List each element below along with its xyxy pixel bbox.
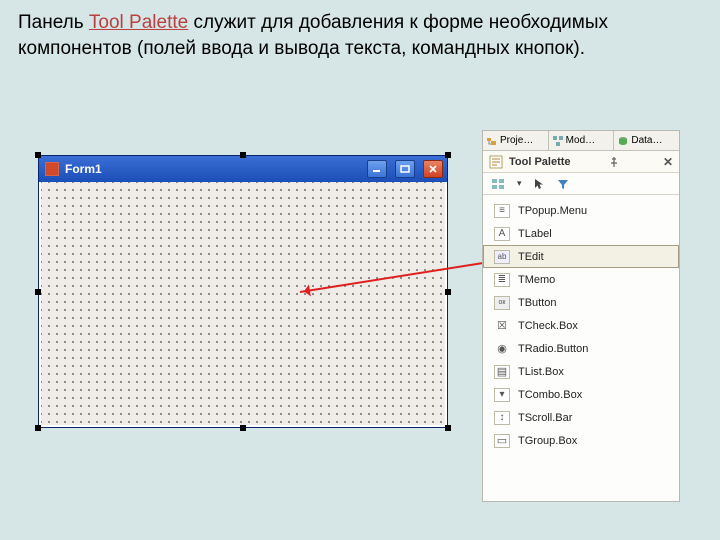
palette-item-label: TButton bbox=[518, 297, 557, 309]
palette-item-tcombobox[interactable]: TCombo.Box bbox=[483, 383, 679, 406]
palette-item-tbutton[interactable]: TButton bbox=[483, 291, 679, 314]
project-tree-icon bbox=[487, 136, 497, 146]
scroll-icon bbox=[494, 411, 510, 425]
palette-item-label: TScroll.Bar bbox=[518, 412, 572, 424]
palette-item-tcheckbox[interactable]: TCheck.Box bbox=[483, 314, 679, 337]
palette-item-label: TEdit bbox=[518, 251, 544, 263]
palette-item-label: TGroup.Box bbox=[518, 435, 577, 447]
tab-data-label: Data… bbox=[631, 135, 662, 146]
form-app-icon bbox=[45, 162, 59, 176]
palette-item-tpopupmenu[interactable]: TPopup.Menu bbox=[483, 199, 679, 222]
list-icon bbox=[494, 365, 510, 379]
palette-item-tscrollbar[interactable]: TScroll.Bar bbox=[483, 406, 679, 429]
maximize-button[interactable] bbox=[395, 160, 415, 178]
tool-palette-header: Tool Palette ✕ bbox=[483, 151, 679, 173]
palette-item-label: TCombo.Box bbox=[518, 389, 582, 401]
palette-item-label: TCheck.Box bbox=[518, 320, 578, 332]
tab-model-label: Mod… bbox=[566, 135, 595, 146]
palette-list: TPopup.Menu TLabel TEdit TMemo TButton TCheck… bbox=[483, 195, 679, 458]
group-icon bbox=[494, 434, 510, 448]
caption-pre: Панель bbox=[18, 12, 89, 33]
tab-project-label: Proje… bbox=[500, 135, 533, 146]
palette-item-label: TPopup.Menu bbox=[518, 205, 587, 217]
label-icon bbox=[494, 227, 510, 241]
categories-button[interactable] bbox=[491, 177, 505, 191]
radio-icon bbox=[494, 342, 510, 356]
form-designer-window[interactable]: Form1 bbox=[38, 155, 448, 428]
palette-item-label: TList.Box bbox=[518, 366, 564, 378]
tool-palette-icon bbox=[489, 155, 503, 169]
palette-item-label: TRadio.Button bbox=[518, 343, 588, 355]
minimize-button[interactable] bbox=[367, 160, 387, 178]
palette-item-label: TLabel bbox=[518, 228, 552, 240]
palette-item-tradiobutton[interactable]: TRadio.Button bbox=[483, 337, 679, 360]
panel-tabs: Proje… Mod… Data… bbox=[483, 131, 679, 151]
palette-item-label: TMemo bbox=[518, 274, 555, 286]
chevron-down-icon[interactable]: ▾ bbox=[517, 178, 522, 189]
form-titlebar[interactable]: Form1 bbox=[39, 156, 447, 182]
form-design-surface[interactable] bbox=[41, 182, 445, 425]
close-button[interactable] bbox=[423, 160, 443, 178]
filter-icon[interactable] bbox=[556, 177, 570, 191]
caption-highlight: Tool Palette bbox=[89, 12, 188, 33]
palette-item-tlabel[interactable]: TLabel bbox=[483, 222, 679, 245]
check-icon bbox=[494, 319, 510, 333]
button-icon bbox=[494, 296, 510, 310]
edit-icon bbox=[494, 250, 510, 264]
tool-palette-title: Tool Palette bbox=[509, 156, 571, 168]
tab-model[interactable]: Mod… bbox=[549, 131, 615, 150]
tab-project[interactable]: Proje… bbox=[483, 131, 549, 150]
data-icon bbox=[618, 136, 628, 146]
palette-item-tgroupbox[interactable]: TGroup.Box bbox=[483, 429, 679, 452]
panel-close-icon[interactable]: ✕ bbox=[663, 155, 673, 169]
slide-caption: Панель Tool Palette служит для добавлени… bbox=[0, 0, 720, 61]
palette-item-tmemo[interactable]: TMemo bbox=[483, 268, 679, 291]
palette-item-tlistbox[interactable]: TList.Box bbox=[483, 360, 679, 383]
tab-data[interactable]: Data… bbox=[614, 131, 679, 150]
tool-palette-toolbar: ▾ bbox=[483, 173, 679, 195]
menu-icon bbox=[494, 204, 510, 218]
pushpin-icon[interactable] bbox=[608, 156, 620, 168]
memo-icon bbox=[494, 273, 510, 287]
model-icon bbox=[553, 136, 563, 146]
tool-palette-panel: Proje… Mod… Data… Tool Palette ✕ ▾ bbox=[482, 130, 680, 502]
form-title: Form1 bbox=[65, 162, 102, 176]
combo-icon bbox=[494, 388, 510, 402]
pointer-tool-icon[interactable] bbox=[532, 177, 546, 191]
palette-item-tedit[interactable]: TEdit bbox=[483, 245, 679, 268]
